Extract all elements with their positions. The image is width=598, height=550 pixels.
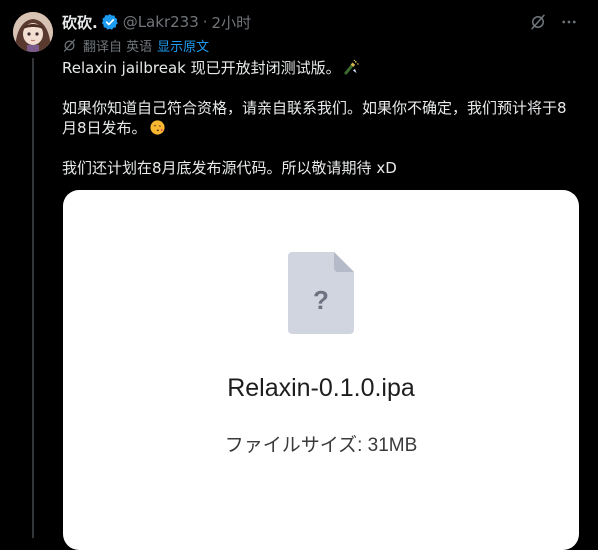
avatar[interactable]: [13, 12, 53, 52]
verified-badge-icon: [101, 13, 119, 31]
file-size: ファイルサイズ: 31MB: [224, 435, 418, 456]
timestamp[interactable]: 2小时: [212, 12, 252, 33]
more-icon[interactable]: [558, 11, 580, 33]
tweet-actions-top: [518, 11, 580, 33]
grok-icon[interactable]: [527, 11, 549, 33]
tweet-paragraph-2-text: 如果你知道自己符合资格，请亲自联系我们。如果你不确定，我们预计将于8月8日发布。: [62, 99, 567, 137]
user-handle[interactable]: @Lakr233: [123, 13, 199, 31]
file-name: Relaxin-0.1.0.ipa: [227, 374, 415, 402]
translate-icon: [62, 38, 77, 53]
tweet-paragraph-2: 如果你知道自己符合资格，请亲自联系我们。如果你不确定，我们预计将于8月8日发布。: [62, 98, 574, 138]
tweet-paragraph-3: 我们还计划在8月底发布源代码。所以敬请期待 xD: [62, 159, 397, 177]
avatar-image: [13, 12, 53, 52]
separator-dot: ·: [202, 13, 208, 31]
translated-from-label: 翻译自 英语: [83, 39, 153, 55]
file-question-icon: ?: [288, 252, 354, 334]
tweet[interactable]: 砍砍. @Lakr233 · 2小时 翻译自 英语 显示原文 Relaxin j…: [0, 0, 598, 550]
kissing-face-emoji: [149, 119, 166, 136]
tweet-header: 砍砍. @Lakr233 · 2小时: [62, 11, 251, 33]
file-icon-question-mark: ?: [313, 285, 329, 315]
translation-row: 翻译自 英语 显示原文: [62, 36, 209, 55]
file-attachment-card[interactable]: ? Relaxin-0.1.0.ipa ファイルサイズ: 31MB: [63, 190, 579, 550]
display-name[interactable]: 砍砍.: [62, 12, 98, 33]
tweet-paragraph-1: Relaxin jailbreak 现已开放封闭测试版。: [62, 58, 360, 78]
champagne-emoji: [343, 59, 360, 76]
show-original-link[interactable]: 显示原文: [157, 36, 209, 55]
thread-line: [32, 58, 34, 538]
tweet-paragraph-1-text: Relaxin jailbreak 现已开放封闭测试版。: [62, 59, 341, 77]
